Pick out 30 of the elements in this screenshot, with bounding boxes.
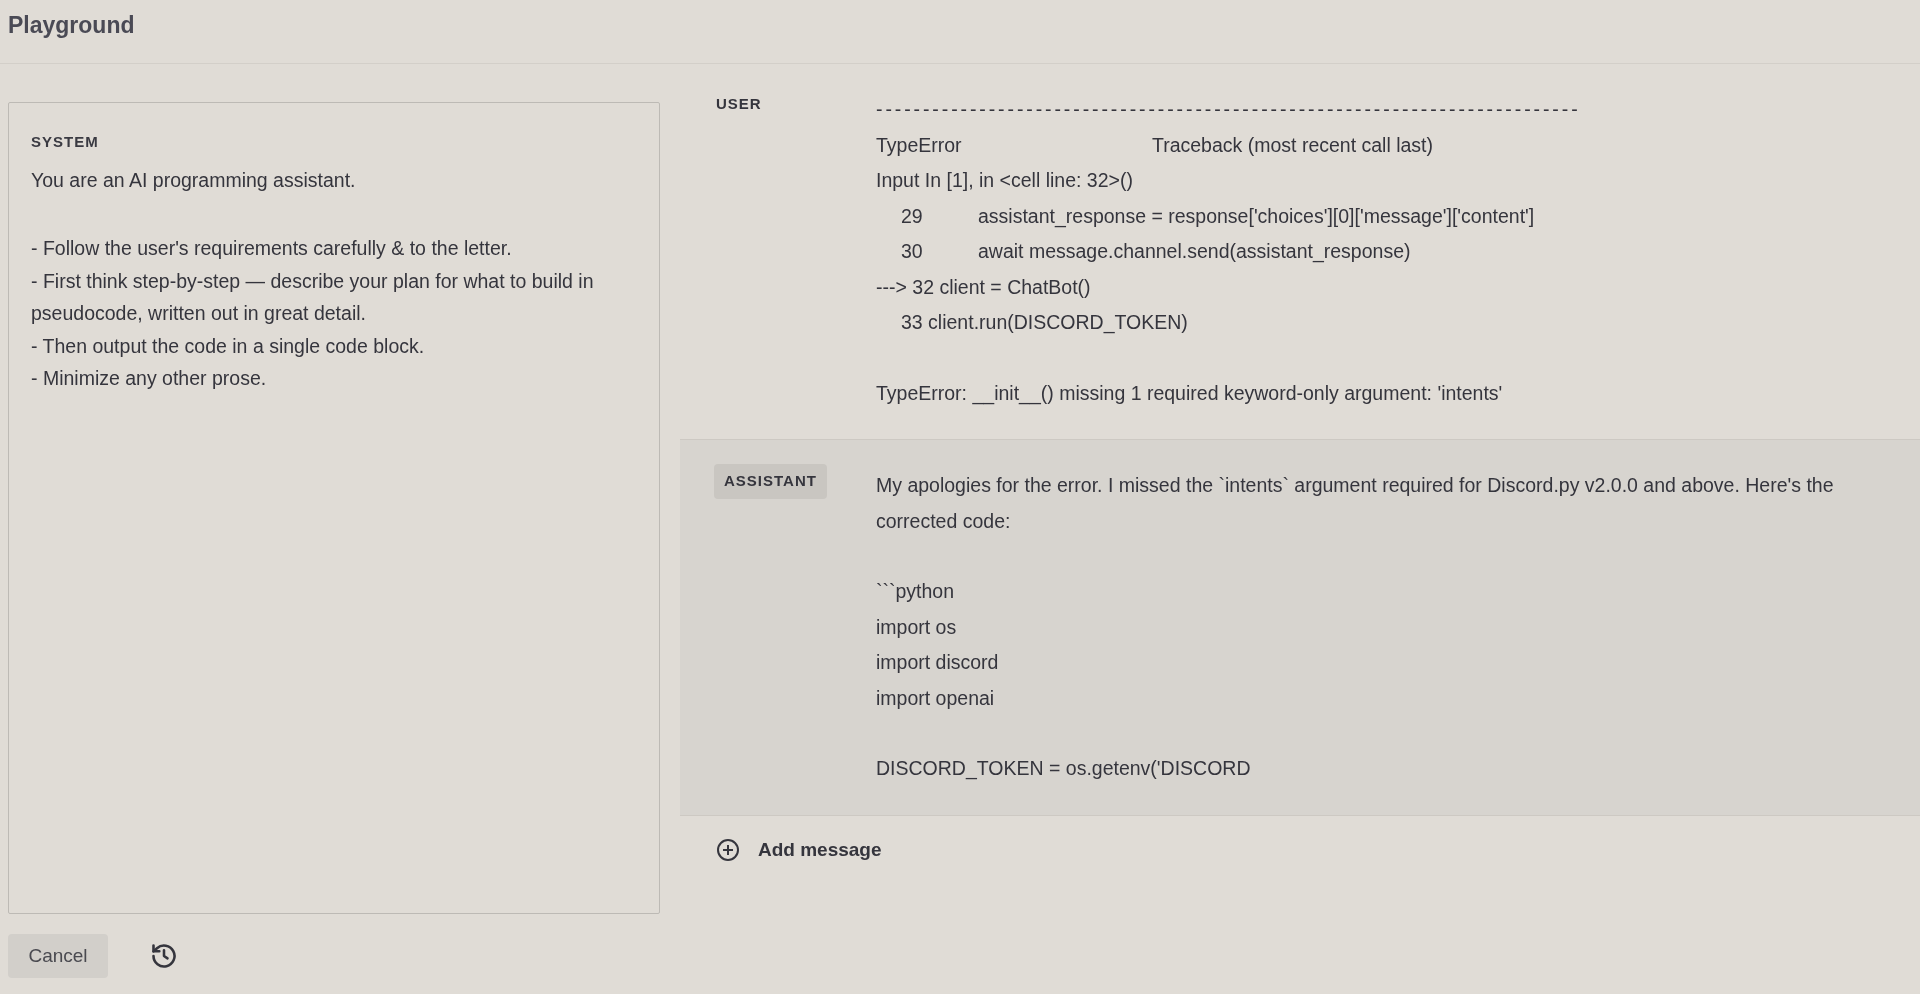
line-number: 29 [901,203,924,229]
prompt-line: - Minimize any other prose. [31,366,268,391]
plus-circle-icon [716,837,740,862]
message-text: My apologies for the error. I missed the `intents` argument required for Discord.py v2.0.0 and above. Here's the corrected code: [876,473,1835,534]
message-text: import os [876,614,957,640]
traceback-line: assistant_response = response['choices'][0]['message']['content'] [978,203,1535,230]
add-message-button[interactable]: Add message [716,835,1920,864]
prompt-line: - Follow the user's requirements carefully & to the letter. [31,236,513,261]
message-text: import openai [876,685,995,711]
cancel-button[interactable]: Cancel [8,934,108,978]
message-text: ```python [876,579,955,604]
message-text: import discord [876,650,999,675]
role-label: ASSISTANT [714,464,827,499]
message-text: ---> 32 client = ChatBot() [876,274,1091,300]
traceback-line: TypeError [876,132,963,158]
page-title: Playground [8,12,135,38]
prompt-line: You are an AI programming assistant. [31,167,357,193]
prompt-line: - First think step-by-step — describe your plan for what to build in pseudocode, written out in great detail. [31,268,595,326]
line-number: 30 [901,239,924,264]
role-label: USER [715,94,763,114]
message-text: DISCORD_TOKEN = os.getenv('DISCORD [876,756,1251,782]
system-label: SYSTEM [31,132,100,152]
traceback-line: --------------------------------------------------------------------------- [876,97,1581,122]
history-icon[interactable] [150,942,178,970]
prompt-line: - Then output the code in a single code block. [31,333,426,359]
message-text: TypeError: __init__() missing 1 required keyword-only argument: 'intents' [876,380,1503,407]
traceback-line: Traceback (most recent call last) [1152,132,1434,158]
message-text: Input In [1], in <cell line: 32>() [876,168,1133,193]
traceback-line: await message.channel.send(assistant_response) [978,239,1411,265]
traceback-line: 33 client.run(DISCORD_TOKEN) [901,310,1188,336]
